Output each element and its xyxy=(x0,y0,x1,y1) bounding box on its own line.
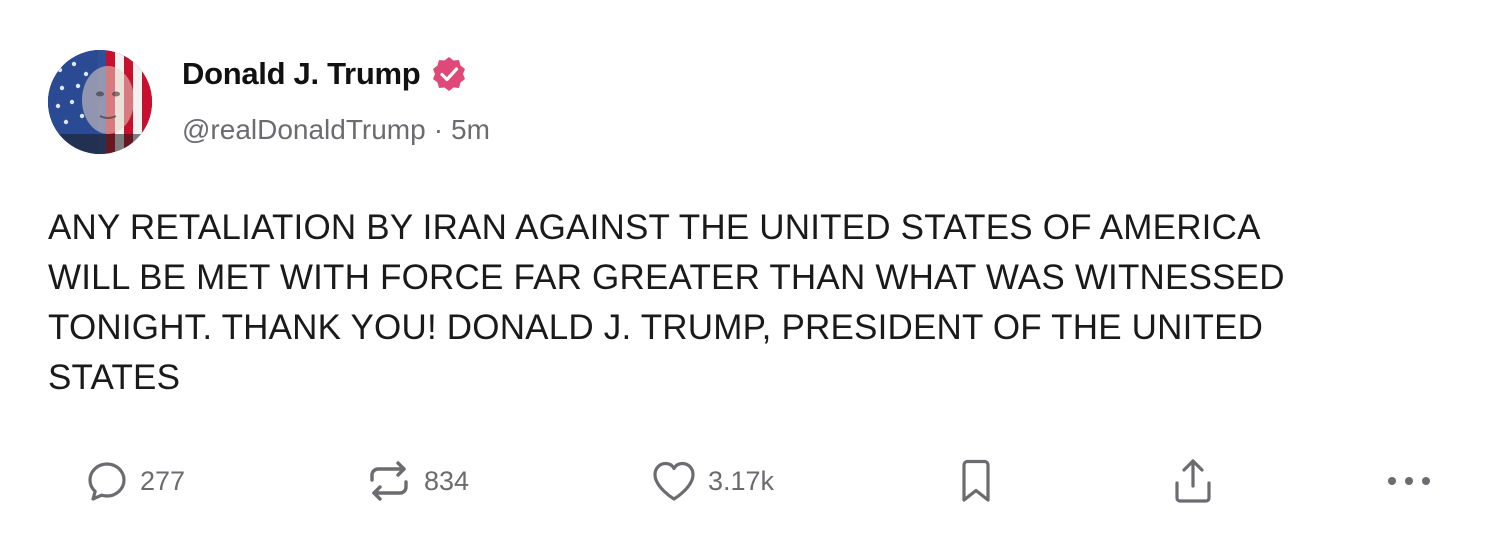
author-handle-row: @realDonaldTrump · 5m xyxy=(182,114,490,146)
share-button[interactable] xyxy=(1170,456,1216,506)
separator-dot: · xyxy=(433,114,444,145)
repost-count: 834 xyxy=(424,465,470,496)
bookmark-icon xyxy=(962,459,990,502)
author-handle[interactable]: @realDonaldTrump xyxy=(182,114,426,146)
heart-icon xyxy=(653,461,695,501)
like-button[interactable]: 3.17k xyxy=(650,456,774,506)
repost-button[interactable]: 834 xyxy=(364,456,469,506)
post-body-text: ANY RETALIATION BY IRAN AGAINST THE UNIT… xyxy=(48,208,1285,397)
reply-button[interactable]: 277 xyxy=(84,456,185,506)
post-timestamp[interactable]: 5m xyxy=(451,114,490,146)
author-display-name[interactable]: Donald J. Trump xyxy=(182,56,421,92)
like-count: 3.17k xyxy=(708,465,775,496)
post-card: Donald J. Trump @realDonaldTrump · 5m AN… xyxy=(0,0,1504,550)
more-options-button[interactable] xyxy=(1384,456,1434,506)
author-name-row: Donald J. Trump xyxy=(182,54,468,94)
verified-badge-icon xyxy=(430,55,468,93)
reply-icon xyxy=(88,462,126,501)
bookmark-button[interactable] xyxy=(958,456,994,506)
reply-count: 277 xyxy=(140,465,186,496)
post-action-bar: 277 834 3.17k xyxy=(0,450,1504,510)
share-icon xyxy=(1175,459,1211,503)
flag-portrait-avatar-icon xyxy=(48,50,152,154)
avatar[interactable] xyxy=(48,50,152,154)
more-icon xyxy=(1388,477,1430,485)
repost-icon xyxy=(370,461,408,501)
